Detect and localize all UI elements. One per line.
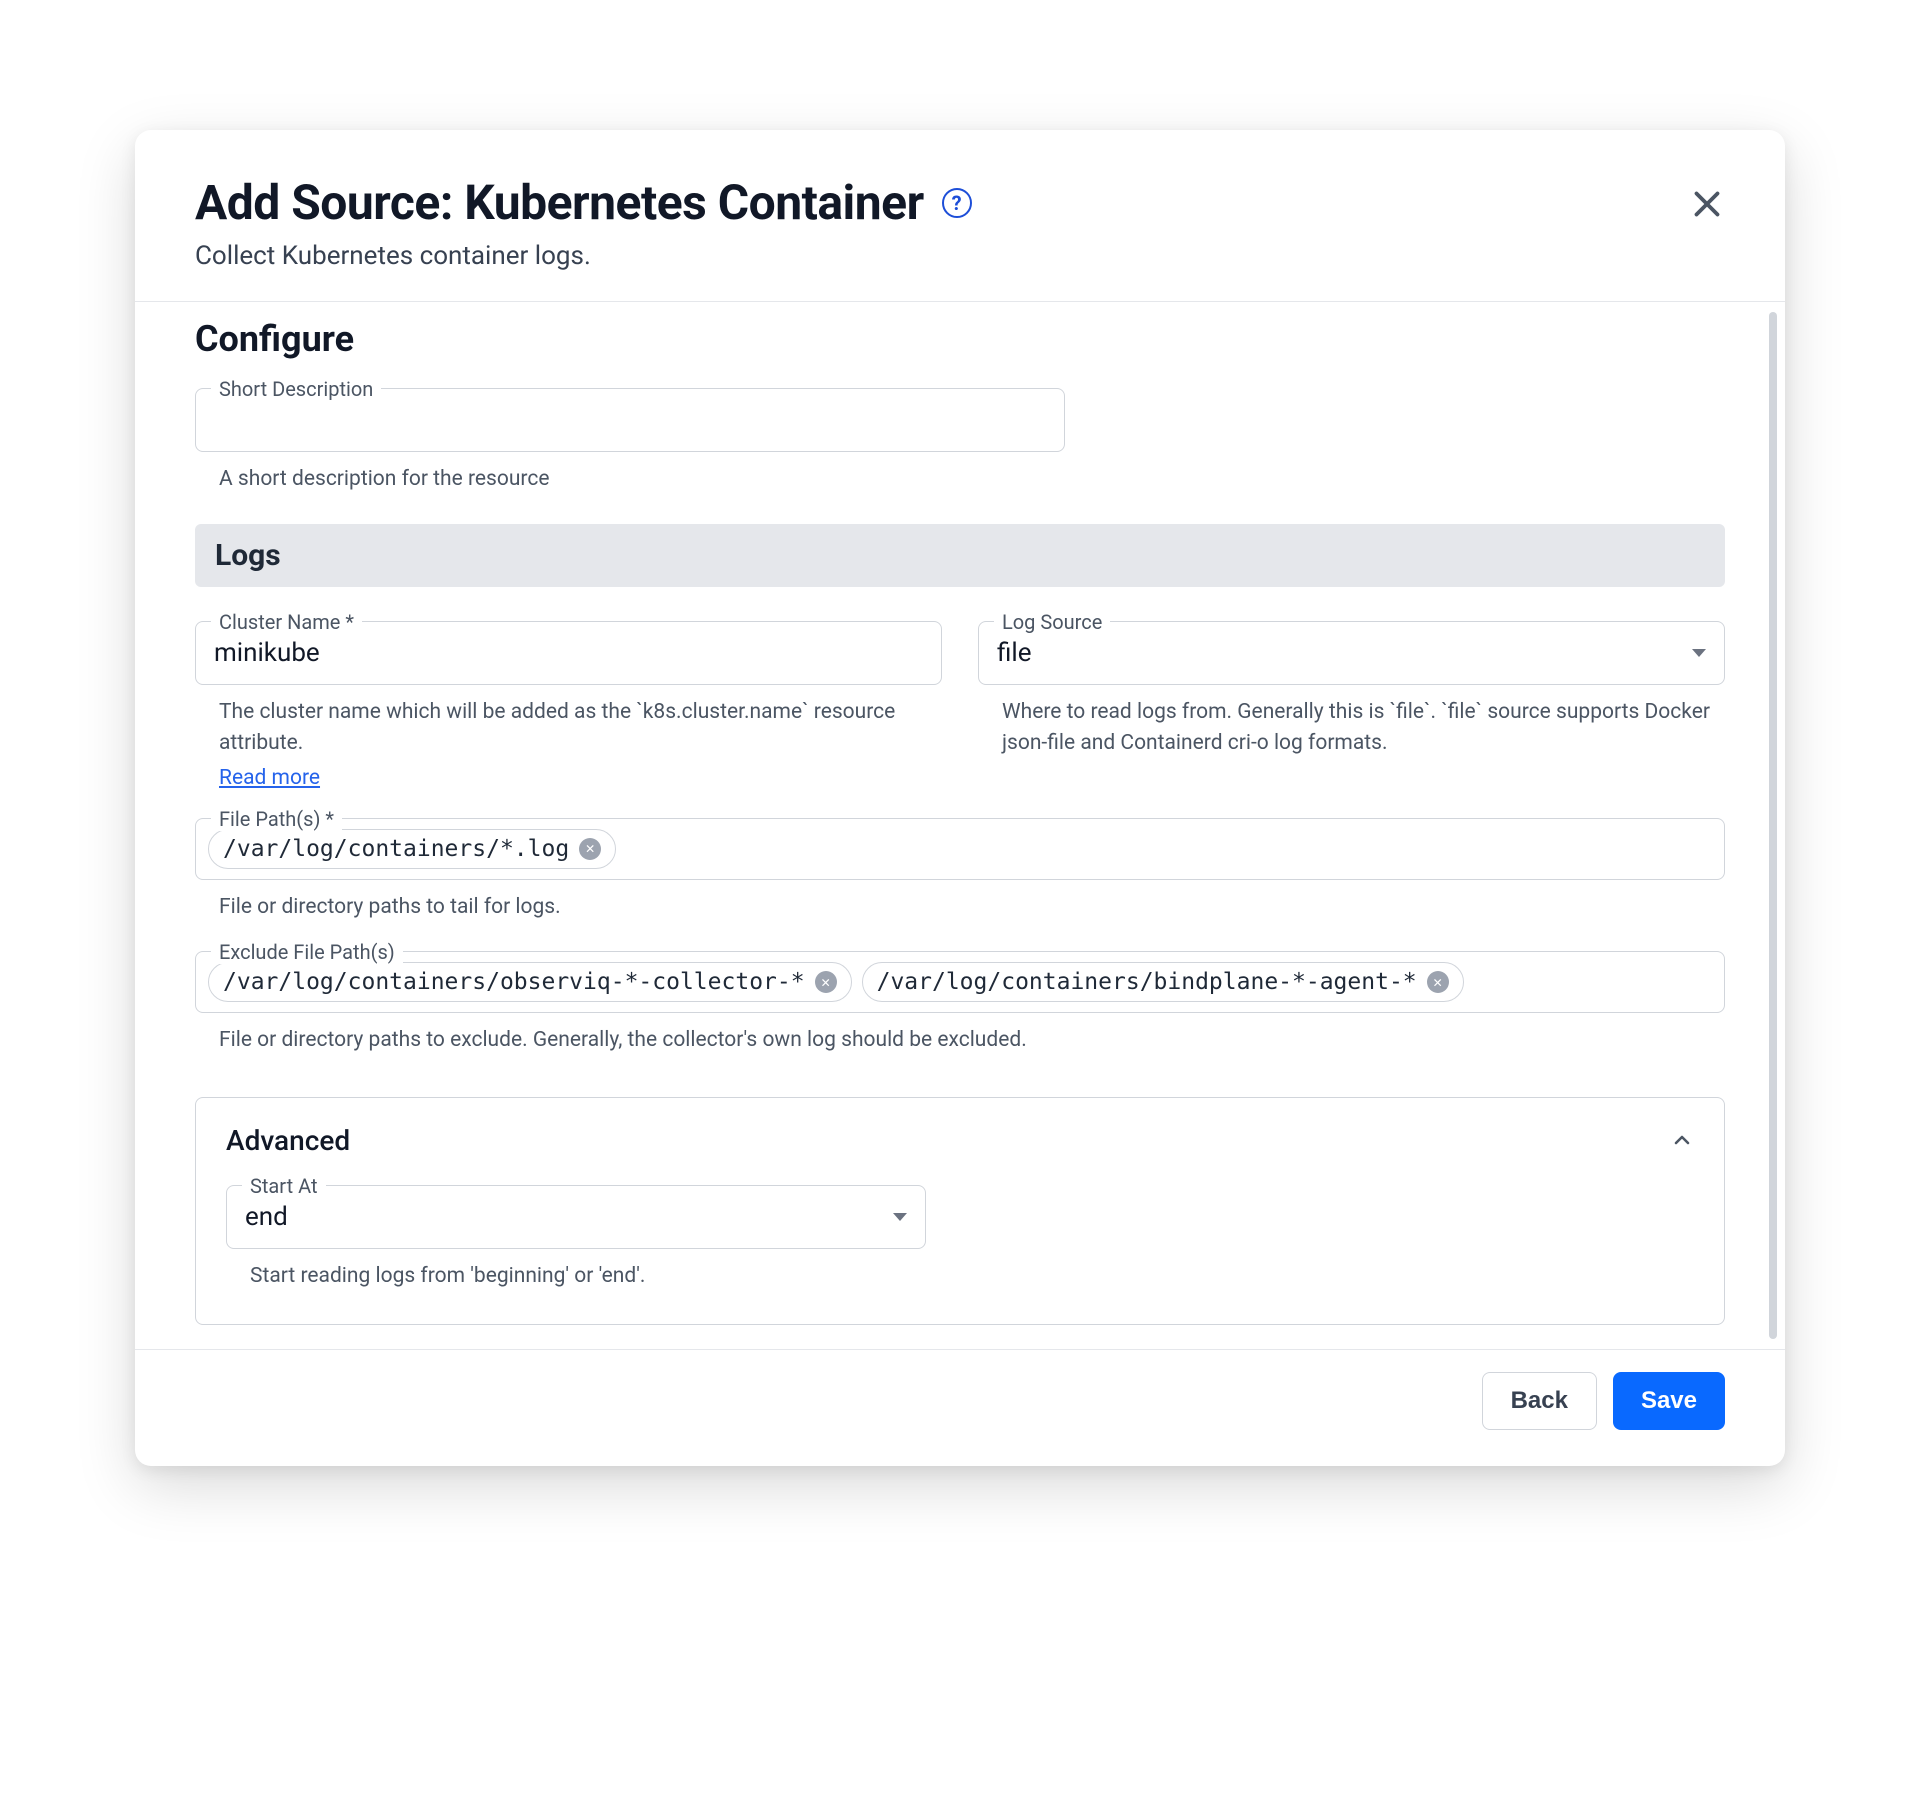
advanced-toggle[interactable]: Advanced (226, 1124, 1694, 1157)
cluster-name-read-more-link[interactable]: Read more (195, 766, 320, 790)
chip-text: /var/log/containers/*.log (223, 836, 569, 862)
start-at-helper: Start reading logs from 'beginning' or '… (226, 1261, 926, 1293)
save-button[interactable]: Save (1613, 1372, 1725, 1430)
modal-footer: Back Save (135, 1350, 1785, 1466)
chevron-down-icon (1692, 649, 1706, 657)
log-source-helper: Where to read logs from. Generally this … (978, 697, 1725, 760)
cluster-name-group: Cluster Name * The cluster name which wi… (195, 621, 942, 790)
logs-title: Logs (215, 538, 1705, 573)
help-icon[interactable]: ? (942, 188, 972, 218)
chevron-up-icon (1670, 1128, 1694, 1152)
back-button[interactable]: Back (1482, 1372, 1597, 1430)
logs-section-header: Logs (195, 524, 1725, 587)
file-path-chip: /var/log/containers/*.log ✕ (208, 829, 616, 869)
exclude-paths-input[interactable]: /var/log/containers/observiq-*-collector… (195, 951, 1725, 1013)
start-at-group: Start At end Start reading logs from 'be… (226, 1185, 926, 1293)
exclude-path-chip: /var/log/containers/observiq-*-collector… (208, 962, 852, 1002)
chevron-down-icon (893, 1213, 907, 1221)
log-source-label: Log Source (994, 610, 1110, 634)
advanced-panel: Advanced Start At end Start reading logs… (195, 1097, 1725, 1326)
modal-header: Add Source: Kubernetes Container ? Colle… (135, 130, 1785, 301)
chip-text: /var/log/containers/bindplane-*-agent-* (877, 969, 1417, 995)
start-at-label: Start At (242, 1174, 326, 1198)
file-paths-helper: File or directory paths to tail for logs… (195, 892, 1725, 924)
chip-remove-icon[interactable]: ✕ (579, 838, 601, 860)
chip-remove-icon[interactable]: ✕ (815, 971, 837, 993)
file-paths-label: File Path(s) * (211, 807, 342, 831)
file-paths-group: File Path(s) * /var/log/containers/*.log… (195, 818, 1725, 924)
short-description-helper: A short description for the resource (195, 464, 1065, 496)
modal-dialog: Add Source: Kubernetes Container ? Colle… (135, 130, 1785, 1466)
modal-title: Add Source: Kubernetes Container (195, 174, 924, 231)
log-source-value: file (997, 638, 1032, 668)
modal-subtitle: Collect Kubernetes container logs. (195, 241, 1725, 271)
short-description-label: Short Description (211, 377, 381, 401)
chip-remove-icon[interactable]: ✕ (1427, 971, 1449, 993)
scrollbar[interactable] (1769, 312, 1777, 1339)
configure-title: Configure (195, 318, 1725, 360)
start-at-select[interactable]: end (226, 1185, 926, 1249)
log-source-group: Log Source file Where to read logs from.… (978, 621, 1725, 790)
short-description-group: Short Description A short description fo… (195, 388, 1065, 496)
exclude-paths-group: Exclude File Path(s) /var/log/containers… (195, 951, 1725, 1057)
exclude-paths-helper: File or directory paths to exclude. Gene… (195, 1025, 1725, 1057)
close-icon[interactable] (1689, 186, 1725, 222)
file-paths-input[interactable]: /var/log/containers/*.log ✕ (195, 818, 1725, 880)
advanced-title: Advanced (226, 1124, 350, 1157)
exclude-path-chip: /var/log/containers/bindplane-*-agent-* … (862, 962, 1464, 1002)
exclude-paths-label: Exclude File Path(s) (211, 940, 403, 964)
cluster-name-label: Cluster Name * (211, 610, 362, 634)
chip-text: /var/log/containers/observiq-*-collector… (223, 969, 805, 995)
modal-body: Configure Short Description A short desc… (135, 302, 1785, 1349)
cluster-name-helper: The cluster name which will be added as … (195, 697, 942, 760)
start-at-value: end (245, 1202, 288, 1232)
